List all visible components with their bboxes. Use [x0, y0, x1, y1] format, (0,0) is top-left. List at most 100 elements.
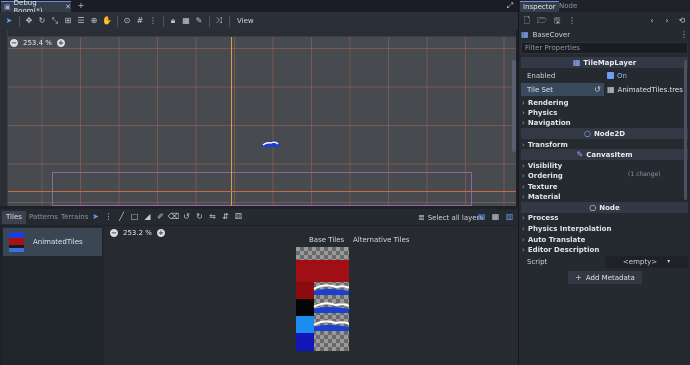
section-ordering[interactable]: › Ordering [522, 171, 563, 181]
section-physics-interpolation[interactable]: › Physics Interpolation [522, 224, 611, 234]
lock-icon[interactable]: 🔒︎ [167, 14, 179, 28]
history-forward-icon[interactable]: › [661, 15, 673, 27]
section-physics[interactable]: › Physics [522, 108, 557, 118]
select-all-layers-label: Select all layers [427, 213, 484, 222]
select-all-layers-button[interactable]: ≣ Select all layers [418, 211, 483, 224]
random-tile-icon[interactable]: ⚄ [233, 211, 244, 223]
distraction-free-icon[interactable]: ⤢ [505, 1, 515, 11]
inspector-toolbar: 🗋︎ 🗁︎ 🖫︎ ⋮ ‹ › ⟲ [521, 14, 688, 28]
script-label: Script [527, 258, 548, 266]
snap-options-icon[interactable]: ⋮ [147, 14, 159, 28]
section-auto-translate[interactable]: › Auto Translate [522, 235, 585, 245]
section-label: Physics Interpolation [527, 225, 612, 233]
atlas-zoom-level[interactable]: 253.2 % [123, 229, 152, 237]
flip-h-icon[interactable]: ⇋ [207, 211, 218, 223]
ruler-left [0, 30, 8, 206]
move-mode-icon[interactable]: ✥ [23, 14, 35, 28]
zoom-out-icon[interactable]: − [10, 39, 18, 47]
add-metadata-button[interactable]: + Add Metadata [568, 271, 642, 284]
new-resource-icon[interactable]: 🗋︎ [521, 15, 533, 27]
zoom-out-icon[interactable]: − [110, 229, 118, 237]
chevron-right-icon: › [522, 99, 525, 107]
section-texture[interactable]: › Texture [522, 182, 557, 192]
view-menu-button[interactable]: View [233, 15, 258, 28]
close-icon[interactable]: ✕ [65, 3, 71, 11]
smart-snap-icon[interactable]: ⊙ [121, 14, 133, 28]
section-editor-description[interactable]: › Editor Description [522, 245, 599, 255]
add-scene-tab-icon[interactable]: + [76, 1, 86, 11]
node2d-icon: ○ [583, 128, 591, 138]
section-visibility[interactable]: › Visibility [522, 161, 562, 171]
object-menu-icon[interactable]: ⋮ [680, 31, 688, 39]
tab-node[interactable]: Node [556, 1, 580, 12]
highlight-layer-icon[interactable]: ▤ [476, 211, 487, 223]
section-rendering[interactable]: › Rendering [522, 98, 569, 108]
rotate-mode-icon[interactable]: ↻ [36, 14, 48, 28]
chevron-right-icon: › [522, 214, 525, 222]
section-label: Texture [527, 183, 558, 191]
save-resource-icon[interactable]: 🖫︎ [551, 15, 563, 27]
scale-mode-icon[interactable]: ⤡ [49, 14, 61, 28]
grid-snap-icon[interactable]: # [134, 14, 146, 28]
canvas-viewport[interactable]: − 253.4 % + [0, 30, 516, 206]
tab-inspector[interactable]: Inspector [520, 1, 559, 12]
rotate-left-icon[interactable]: ↺ [181, 211, 192, 223]
paint-tool-icon[interactable]: ⋮ [103, 211, 114, 223]
tile-atlas[interactable] [296, 247, 349, 351]
eraser-tool-icon[interactable]: ⌫ [168, 211, 179, 223]
rect-tool-icon[interactable]: □ [129, 211, 140, 223]
transform-gizmo-icon[interactable]: ⤨ [213, 14, 225, 28]
class-name-node2d: Node2D [593, 129, 626, 138]
tab-terrains[interactable]: Terrains [57, 211, 92, 224]
tilemap-menu-icon[interactable]: ▥ [504, 211, 515, 223]
section-label: Ordering [527, 172, 563, 180]
base-tiles-label: Base Tiles [309, 236, 345, 244]
canvas-toolbar: ➤ ✥ ↻ ⤡ ⊞ ☰ ⊕ ✋ ⊙ # ⋮ 🔒︎ ▦ ✎ ⤨ View [0, 12, 518, 30]
script-picker[interactable]: <empty> ▾ [605, 256, 688, 268]
pan-mode-icon[interactable]: ✋ [101, 14, 113, 28]
list-select-icon[interactable]: ☰ [75, 14, 87, 28]
section-label: Physics [527, 109, 558, 117]
chevron-right-icon: › [522, 172, 525, 180]
resource-menu-icon[interactable]: ⋮ [566, 15, 578, 27]
inspector-scrollbar[interactable] [684, 60, 687, 200]
tile-set-resource-picker[interactable]: ▦ AnimatedTiles.tres [605, 83, 688, 96]
zoom-in-icon[interactable]: + [56, 39, 65, 47]
section-navigation[interactable]: › Navigation [522, 118, 571, 128]
selected-node-row[interactable]: ▦ BaseCover ⋮ [521, 29, 688, 41]
toolbar-separator [229, 15, 230, 27]
tilemaplayer-icon: ▦ [521, 30, 529, 39]
flip-v-icon[interactable]: ⇵ [220, 211, 231, 223]
section-process[interactable]: › Process [522, 213, 558, 223]
ruler-mode-icon[interactable]: ⊞ [62, 14, 74, 28]
section-material[interactable]: › Material [522, 192, 561, 202]
chevron-down-icon: ▾ [667, 258, 671, 265]
picker-tool-icon[interactable]: ✐ [155, 211, 166, 223]
open-resource-icon[interactable]: 🗁︎ [536, 15, 548, 27]
select-mode-icon[interactable]: ➤ [3, 14, 15, 28]
zoom-level[interactable]: 253.4 % [23, 39, 52, 47]
bucket-tool-icon[interactable]: ◢ [142, 211, 153, 223]
history-back-icon[interactable]: ‹ [646, 15, 658, 27]
rotate-right-icon[interactable]: ↻ [194, 211, 205, 223]
pivot-mode-icon[interactable]: ⊕ [88, 14, 100, 28]
group-icon[interactable]: ▦ [180, 14, 192, 28]
chevron-right-icon: › [522, 183, 525, 191]
chevron-right-icon: › [522, 109, 525, 117]
chevron-right-icon: › [522, 193, 525, 201]
revert-icon[interactable]: ↺ [593, 85, 602, 94]
toggle-grid-icon[interactable]: ▦ [490, 211, 501, 223]
section-label: Process [527, 214, 559, 222]
filter-properties-input[interactable]: Filter Properties [521, 42, 688, 54]
toolbar-separator [19, 15, 20, 27]
viewport-scrollbar[interactable] [512, 60, 516, 152]
wave-sprite[interactable] [260, 139, 281, 149]
tab-tiles[interactable]: Tiles [2, 211, 26, 224]
enabled-checkbox[interactable] [607, 72, 614, 79]
zoom-in-icon[interactable]: + [156, 229, 165, 237]
skeleton-icon[interactable]: ✎ [193, 14, 205, 28]
scene-tab-debug-room[interactable]: ▣ Debug Room(*) ✕ [1, 0, 71, 15]
line-tool-icon[interactable]: ╱ [116, 211, 127, 223]
select-tool-icon[interactable]: ➤ [90, 211, 101, 223]
history-icon[interactable]: ⟲ [676, 15, 688, 27]
